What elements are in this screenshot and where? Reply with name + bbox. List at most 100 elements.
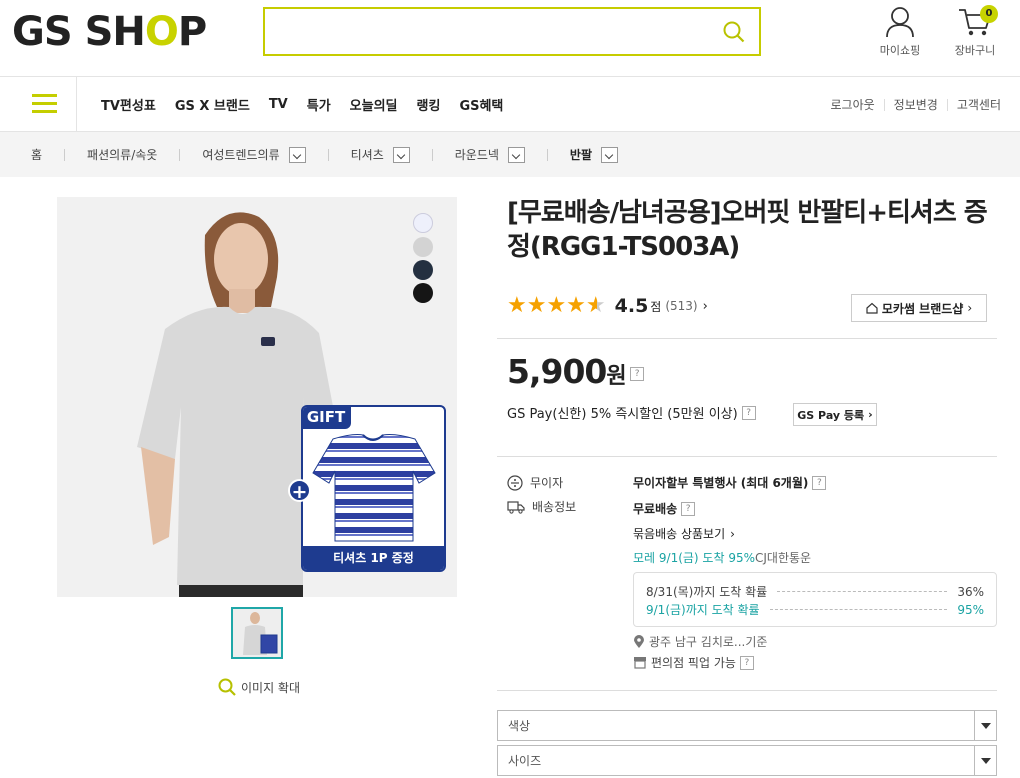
breadcrumb-home[interactable]: 홈 <box>31 146 42 163</box>
chevron-right-icon: › <box>702 298 708 314</box>
product-price: 5,900원? <box>507 352 644 391</box>
gift-badge: GIFT 티셔츠 1P 증정 <box>301 405 446 572</box>
cart-label: 장바구니 <box>954 44 996 57</box>
logout-link[interactable]: 로그아웃 <box>821 99 883 111</box>
mypage-link[interactable]: 마이쇼핑 <box>870 6 930 58</box>
search-input[interactable] <box>263 7 761 56</box>
cart-count-badge: 0 <box>980 5 998 23</box>
installment-label-row: 무이자 <box>507 474 563 491</box>
size-select[interactable]: 사이즈 <box>497 745 997 776</box>
size-select-label: 사이즈 <box>508 754 542 768</box>
truck-icon <box>507 500 525 514</box>
chevron-down-icon[interactable] <box>288 146 306 163</box>
gs-shop-logo[interactable]: GS SHOP <box>12 8 207 56</box>
help-icon[interactable]: ? <box>739 655 754 670</box>
bundle-shipping-link[interactable]: 묶음배송 상품보기 › <box>633 525 735 542</box>
location-row[interactable]: 광주 남구 김치로...기준 <box>633 633 767 650</box>
shipping-value: 무료배송 <box>633 502 678 516</box>
breadcrumb-round-neck[interactable]: 라운드넥 <box>455 146 525 163</box>
search-icon[interactable] <box>723 21 745 43</box>
probability-row: 8/31(목)까지 도착 확률 36% <box>646 584 984 600</box>
customer-center-link[interactable]: 고객센터 <box>946 98 1010 111</box>
probability-row: 9/1(금)까지 도착 확률 95% <box>646 602 984 618</box>
gspay-register-label: GS Pay 등록 <box>797 408 865 422</box>
help-icon[interactable]: ? <box>681 501 696 516</box>
thumbnail-illustration <box>233 609 281 657</box>
product-rating[interactable]: ★★★★★ 4.5 점 (513) › <box>507 294 708 318</box>
color-swatch-navy[interactable] <box>413 260 433 280</box>
image-zoom-button[interactable]: 이미지 확대 <box>218 678 300 696</box>
location-pin-icon <box>634 634 644 648</box>
breadcrumb-fashion[interactable]: 패션의류/속옷 <box>87 146 157 163</box>
color-swatch-white[interactable] <box>413 213 433 233</box>
shipping-label-row: 배송정보 <box>507 498 576 515</box>
brand-shop-button[interactable]: 모카썸 브랜드샵 › <box>851 294 987 322</box>
installment-label: 무이자 <box>530 476 564 490</box>
nav-menu: TV편성표 GS X 브랜드 TV 특가 오늘의딜 랭킹 GS혜택 <box>101 77 522 132</box>
color-select[interactable]: 색상 <box>497 710 997 741</box>
breadcrumb-short-sleeve[interactable]: 반팔 <box>570 146 619 163</box>
color-swatch-gray[interactable] <box>413 237 433 257</box>
chevron-down-icon[interactable] <box>392 146 410 163</box>
nav-item-tv-schedule[interactable]: TV편성표 <box>101 95 156 114</box>
review-count: (513) <box>665 299 698 313</box>
rating-unit: 점 <box>650 299 662 314</box>
cart-link[interactable]: 장바구니 0 <box>945 5 1005 58</box>
account-links: 로그아웃 정보변경 고객센터 <box>821 77 1010 132</box>
arrival-probability-box: 8/31(목)까지 도착 확률 36% 9/1(금)까지 도착 확률 95% <box>633 572 997 627</box>
zoom-label: 이미지 확대 <box>241 680 301 695</box>
store-icon <box>634 657 646 669</box>
breadcrumb-tshirt[interactable]: 티셔츠 <box>351 146 410 163</box>
product-title: [무료배송/남녀공용]오버핏 반팔티+티셔츠 증정(RGG1-TS003A) <box>507 198 988 262</box>
chevron-right-icon: › <box>868 408 873 421</box>
location-text: 광주 남구 김치로...기준 <box>649 635 768 649</box>
help-icon[interactable]: ? <box>812 475 827 490</box>
nav-item-gs-x-brand[interactable]: GS X 브랜드 <box>175 95 250 114</box>
divider <box>497 690 997 691</box>
price-value: 5,900 <box>507 352 607 391</box>
help-icon[interactable]: ? <box>629 366 644 381</box>
arrival-date: 모레 9/1(금) 도착 95% <box>633 551 755 565</box>
chevron-down-icon[interactable] <box>974 711 996 740</box>
chevron-down-icon[interactable] <box>601 146 619 163</box>
shipping-value-row: 무료배송 ? <box>633 500 696 517</box>
menu-button[interactable] <box>12 77 77 132</box>
nav-item-tv[interactable]: TV <box>269 97 288 112</box>
nav-item-todays-deal[interactable]: 오늘의딜 <box>350 95 398 114</box>
nav-item-gs-benefit[interactable]: GS혜택 <box>459 95 503 114</box>
thumbnail-image[interactable] <box>231 607 283 659</box>
price-unit: 원 <box>606 364 626 389</box>
pickup-row: 편의점 픽업 가능 ? <box>633 654 754 671</box>
nav-item-special[interactable]: 특가 <box>307 95 331 114</box>
chevron-down-icon[interactable] <box>507 146 525 163</box>
gift-shirt-illustration <box>312 434 436 542</box>
zoom-icon <box>218 678 236 696</box>
gspay-text: GS Pay(신한) 5% 즉시할인 (5만원 이상) <box>507 407 738 422</box>
color-select-label: 색상 <box>508 719 531 733</box>
gift-tag: GIFT <box>303 407 351 429</box>
help-icon[interactable]: ? <box>741 405 756 420</box>
shipping-label: 배송정보 <box>532 500 577 514</box>
installment-value: 무이자할부 특별행사 (최대 6개월) <box>633 476 809 490</box>
brand-shop-label: 모카썸 브랜드샵 <box>881 301 964 316</box>
color-swatch-black[interactable] <box>413 283 433 303</box>
pickup-text: 편의점 픽업 가능 <box>651 656 736 670</box>
rating-score: 4.5 <box>614 295 649 317</box>
nav-item-ranking[interactable]: 랭킹 <box>417 95 441 114</box>
installment-icon <box>507 474 523 491</box>
breadcrumb-women-trend[interactable]: 여성트렌드의류 <box>202 146 306 163</box>
divider <box>497 456 997 457</box>
divider <box>497 338 997 339</box>
chevron-down-icon[interactable] <box>974 746 996 775</box>
plus-icon: + <box>288 479 311 503</box>
edit-info-link[interactable]: 정보변경 <box>883 98 947 111</box>
user-icon <box>886 7 914 38</box>
home-icon <box>866 302 878 314</box>
breadcrumb: 홈 패션의류/속옷 여성트렌드의류 티셔츠 라운드넥 반팔 <box>0 132 1020 177</box>
chevron-right-icon: › <box>730 526 735 541</box>
gift-label: 티셔츠 1P 증정 <box>303 546 444 570</box>
gspay-register-button[interactable]: GS Pay 등록 › <box>793 403 877 426</box>
star-rating-icon: ★★★★★ <box>507 293 606 318</box>
arrival-estimate: 모레 9/1(금) 도착 95% CJ대한통운 <box>633 549 811 566</box>
gspay-discount: GS Pay(신한) 5% 즉시할인 (5만원 이상) ? <box>507 403 756 422</box>
